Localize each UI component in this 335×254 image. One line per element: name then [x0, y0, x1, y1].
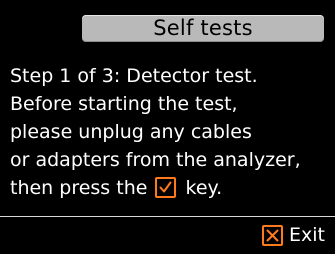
title-bar: Self tests [82, 15, 324, 42]
message-line-2: Before starting the test, [10, 93, 238, 115]
exit-button[interactable]: Exit [262, 224, 325, 246]
message-line-5: then press the key. [10, 174, 330, 202]
message-line-1: Step 1 of 3: Detector test. [10, 65, 258, 87]
message-line-4: or adapters from the analyzer, [10, 149, 301, 171]
footer-divider [0, 216, 335, 217]
instruction-message: Step 1 of 3: Detector test. Before start… [10, 62, 330, 202]
close-x-icon [262, 224, 284, 246]
checkmark-key-icon [155, 177, 177, 198]
message-line-5-after: key. [185, 177, 223, 199]
message-line-3: please unplug any cables [10, 121, 252, 143]
message-line-5-before: then press the [10, 177, 148, 199]
exit-label: Exit [289, 224, 325, 246]
screen-title: Self tests [153, 16, 253, 40]
